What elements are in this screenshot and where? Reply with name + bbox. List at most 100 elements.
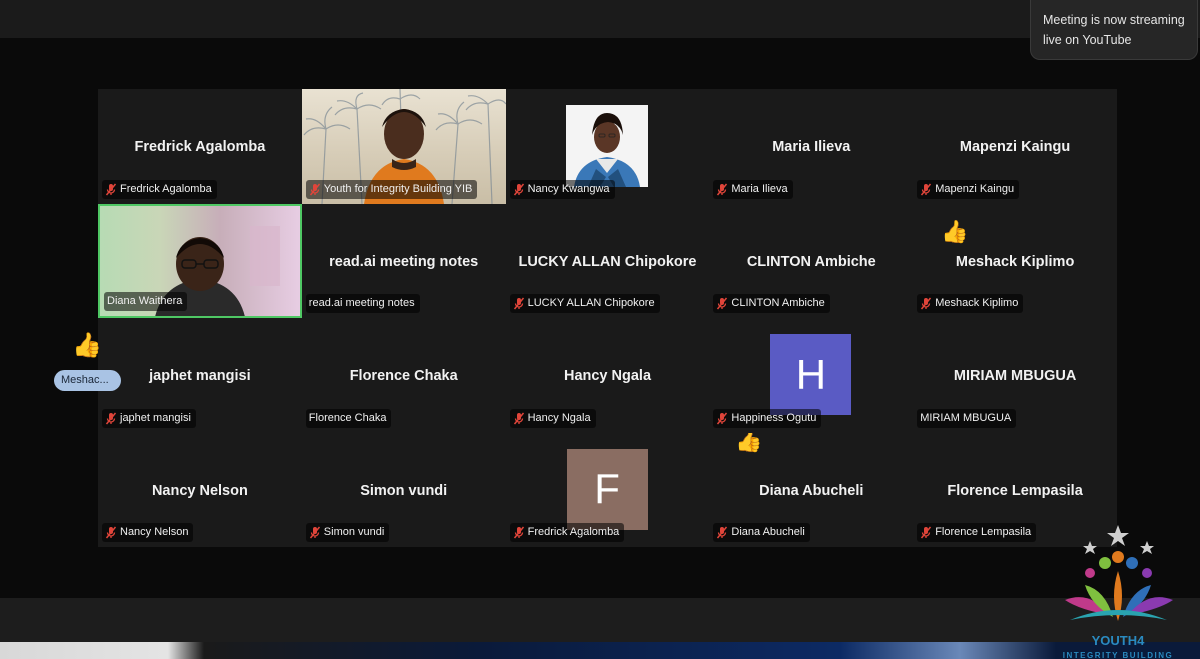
side-participant-name-pill[interactable]: Meshac... xyxy=(54,370,121,391)
desktop-strip xyxy=(0,642,1200,659)
participant-name-label: Diana Waithera xyxy=(104,292,188,311)
participant-name: Simon vundi xyxy=(323,526,385,538)
thumbs-up-reaction-icon: 👍 xyxy=(735,432,763,453)
participant-name-label: CLINTON Ambiche xyxy=(713,294,830,313)
participant-name-label: Nancy Kwangwa xyxy=(509,179,615,199)
participant-tile[interactable]: Simon vundi Simon vundi xyxy=(301,432,506,547)
participant-name-label: Happiness Ogutu xyxy=(713,408,822,428)
participant-name-label: Diana Abucheli xyxy=(713,523,810,542)
mic-muted-icon xyxy=(716,526,728,539)
participant-name-label: Meshack Kiplimo xyxy=(917,294,1024,313)
participant-tile[interactable]: 👍 Meshack Kiplimo Meshack Kiplimo xyxy=(913,203,1117,318)
participant-tile[interactable]: Nancy Kwangwa xyxy=(505,89,710,204)
letter-avatar: H xyxy=(770,334,852,415)
mic-muted-icon xyxy=(513,183,525,196)
notification-line-2: live on YouTube xyxy=(1043,33,1132,47)
participant-display-name: Meshack Kiplimo xyxy=(955,253,1075,270)
participant-name-label: Florence Chaka xyxy=(305,408,392,428)
participant-name: LUCKY ALLAN Chipokore xyxy=(527,297,655,309)
participant-name-label: LUCKY ALLAN Chipokore xyxy=(509,294,660,313)
participant-name: Florence Lempasila xyxy=(935,526,1032,538)
participant-name: CLINTON Ambiche xyxy=(731,297,825,309)
participant-display-name: read.ai meeting notes xyxy=(329,253,479,270)
logo-text-integrity-building: INTEGRITY BUILDING xyxy=(1063,651,1173,659)
mic-muted-icon xyxy=(920,526,932,539)
participant-tile[interactable]: MIRIAM MBUGUA MIRIAM MBUGUA xyxy=(913,318,1117,433)
mic-muted-icon xyxy=(513,412,525,425)
participant-display-name: Florence Lempasila xyxy=(947,482,1083,499)
mic-muted-icon xyxy=(309,183,321,196)
participant-name-label: japhet mangisi xyxy=(102,408,196,428)
mic-muted-icon xyxy=(513,297,525,310)
participant-name: Diana Waithera xyxy=(107,295,183,307)
participant-name: Fredrick Agalomba xyxy=(527,526,620,538)
participant-display-name: CLINTON Ambiche xyxy=(746,253,876,270)
participant-name: Mapenzi Kaingu xyxy=(935,182,1015,195)
participant-display-name: japhet mangisi xyxy=(149,368,251,384)
participant-tile[interactable]: Mapenzi Kaingu Mapenzi Kaingu xyxy=(913,89,1117,204)
mic-muted-icon xyxy=(309,526,321,539)
participant-display-name: Simon vundi xyxy=(360,482,448,499)
participant-tile[interactable]: Florence Chaka Florence Chaka xyxy=(301,318,506,433)
mic-muted-icon xyxy=(920,297,932,310)
gallery-grid: Fredrick Agalomba Fredrick Agalomba Yout… xyxy=(98,89,1117,547)
logo-text-youth4: YOUTH4 xyxy=(1092,633,1146,648)
mic-muted-icon xyxy=(920,183,932,196)
participant-tile[interactable]: Maria Ilieva Maria Ilieva xyxy=(709,89,914,204)
participant-tile[interactable]: japhet mangisi japhet mangisi xyxy=(98,318,302,433)
mic-muted-icon xyxy=(105,183,117,196)
participant-display-name: Diana Abucheli xyxy=(759,482,864,499)
participant-name-label: Maria Ilieva xyxy=(713,179,793,199)
streaming-notification: Meeting is now streaming live on YouTube xyxy=(1030,0,1198,60)
participant-name: Florence Chaka xyxy=(308,411,387,424)
participant-tile[interactable]: LUCKY ALLAN Chipokore LUCKY ALLAN Chipok… xyxy=(505,203,710,318)
participant-display-name: Maria Ilieva xyxy=(772,139,851,155)
participant-name-label: Florence Lempasila xyxy=(917,523,1037,542)
bottom-toolbar xyxy=(0,598,1200,642)
mic-muted-icon xyxy=(105,526,117,539)
profile-photo-avatar xyxy=(565,105,648,187)
participant-display-name: Mapenzi Kaingu xyxy=(959,139,1071,155)
letter-avatar: F xyxy=(566,448,648,530)
participant-display-name: MIRIAM MBUGUA xyxy=(953,368,1077,384)
participant-name: Youth for Integrity Building YIB xyxy=(323,182,473,195)
mic-muted-icon xyxy=(716,412,728,425)
participant-tile[interactable]: H Happiness Ogutu xyxy=(709,318,914,433)
participant-name-label: Fredrick Agalomba xyxy=(509,523,625,542)
participant-tile[interactable]: Fredrick Agalomba Fredrick Agalomba xyxy=(98,89,302,204)
participant-tile[interactable]: Nancy Nelson Nancy Nelson xyxy=(98,432,302,547)
active-speaker-tile[interactable]: Diana Waithera xyxy=(98,203,302,318)
participant-tile[interactable]: 👍 Diana Abucheli Diana Abucheli xyxy=(709,432,914,547)
participant-display-name: Nancy Nelson xyxy=(151,482,248,499)
participant-tile-video[interactable]: Youth for Integrity Building YIB xyxy=(301,89,506,204)
participant-tile[interactable]: read.ai meeting notes read.ai meeting no… xyxy=(301,203,506,318)
participant-display-name: Florence Chaka xyxy=(349,368,458,384)
participant-name: Happiness Ogutu xyxy=(731,411,817,424)
youth4-integrity-building-logo: YOUTH4 INTEGRITY BUILDING xyxy=(1063,525,1173,659)
participant-tile[interactable]: Hancy Ngala Hancy Ngala xyxy=(505,318,710,433)
mic-muted-icon xyxy=(513,526,525,539)
participant-name: Maria Ilieva xyxy=(731,182,788,195)
participant-name: Meshack Kiplimo xyxy=(935,297,1019,309)
participant-name-label: Simon vundi xyxy=(305,523,390,542)
participant-name-label: Hancy Ngala xyxy=(509,408,596,428)
participant-name: japhet mangisi xyxy=(120,411,191,424)
participant-name: Diana Abucheli xyxy=(731,526,805,538)
mic-muted-icon xyxy=(105,412,117,425)
participant-display-name: LUCKY ALLAN Chipokore xyxy=(518,253,697,270)
participant-name: read.ai meeting notes xyxy=(308,297,415,309)
participant-name: Hancy Ngala xyxy=(527,411,591,424)
participant-name-label: read.ai meeting notes xyxy=(305,294,420,313)
notification-line-1: Meeting is now streaming xyxy=(1043,13,1185,27)
top-bar xyxy=(0,0,1200,38)
participant-name: Nancy Kwangwa xyxy=(527,182,610,195)
participant-display-name: Hancy Ngala xyxy=(563,368,652,384)
mic-muted-icon xyxy=(716,183,728,196)
participant-name: MIRIAM MBUGUA xyxy=(920,411,1012,424)
participant-tile[interactable]: CLINTON Ambiche CLINTON Ambiche xyxy=(709,203,914,318)
participant-tile[interactable]: F Fredrick Agalomba xyxy=(505,432,710,547)
participant-name-label: MIRIAM MBUGUA xyxy=(917,408,1017,428)
participant-name-label: Nancy Nelson xyxy=(102,523,194,542)
thumbs-up-reaction-icon: 👍 xyxy=(72,332,102,359)
thumbs-up-reaction-icon: 👍 xyxy=(941,218,969,244)
